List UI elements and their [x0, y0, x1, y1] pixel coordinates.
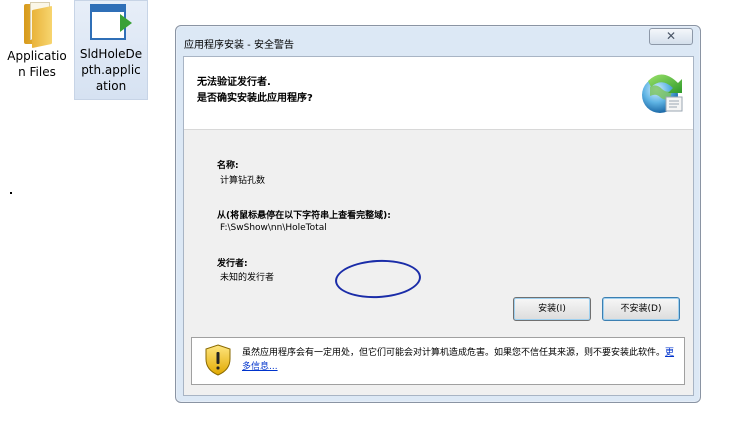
- desktop-icon-sldholedepth-application[interactable]: SldHoleDe pth.applic ation: [74, 0, 148, 100]
- warning-panel: 虽然应用程序会有一定用处，但它们可能会对计算机造成危害。如果您不信任其来源，则不…: [191, 337, 685, 385]
- desktop-dot: [10, 192, 12, 194]
- dont-install-button[interactable]: 不安装(D): [602, 297, 680, 321]
- desktop-icon-label: n Files: [18, 65, 56, 79]
- warning-message: 虽然应用程序会有一定用处，但它们可能会对计算机造成危害。如果您不信任其来源，则不…: [242, 346, 682, 374]
- name-value: 计算钻孔数: [220, 176, 266, 186]
- install-button[interactable]: 安装(I): [513, 297, 591, 321]
- desktop-icon-label: SldHoleDe: [79, 47, 143, 61]
- desktop-icon-label: ation: [95, 79, 127, 93]
- dialog-titlebar[interactable]: 应用程序安装 - 安全警告 ✕: [176, 26, 700, 56]
- publisher-label: 发行者:: [217, 259, 248, 269]
- folder-icon: [20, 2, 54, 49]
- desktop-icon-label: Applicatio: [7, 49, 67, 63]
- name-label: 名称:: [217, 161, 239, 171]
- from-label: 从(将鼠标悬停在以下字符串上查看完整域):: [217, 211, 391, 221]
- close-icon: ✕: [665, 29, 677, 43]
- publisher-value: 未知的发行者: [220, 273, 275, 283]
- application-icon: [90, 4, 132, 44]
- dialog-content: 无法验证发行者. 是否确实安装此应用程序? 名称: 计算钻孔数 从(将鼠标悬停在…: [183, 56, 694, 396]
- desktop-icon-label: pth.applic: [81, 63, 141, 77]
- warning-message-text: 虽然应用程序会有一定用处，但它们可能会对计算机造成危害。如果您不信任其来源，则不…: [242, 348, 666, 358]
- dialog-header-band: 无法验证发行者. 是否确实安装此应用程序?: [184, 57, 693, 130]
- security-warning-dialog: 应用程序安装 - 安全警告 ✕ 无法验证发行者. 是否确实安装此应用程序? 名称…: [175, 25, 701, 403]
- close-button[interactable]: ✕: [649, 28, 693, 45]
- clickonce-install-icon: [642, 74, 683, 113]
- from-value[interactable]: F:\SwShow\nn\HoleTotal: [220, 223, 327, 233]
- desktop-icon-application-files[interactable]: Applicatio n Files: [2, 0, 72, 80]
- dialog-title: 应用程序安装 - 安全警告: [184, 40, 294, 51]
- header-install-question: 是否确实安装此应用程序?: [197, 93, 313, 104]
- header-unverified-publisher: 无法验证发行者.: [197, 77, 271, 88]
- warning-shield-icon: [205, 344, 231, 376]
